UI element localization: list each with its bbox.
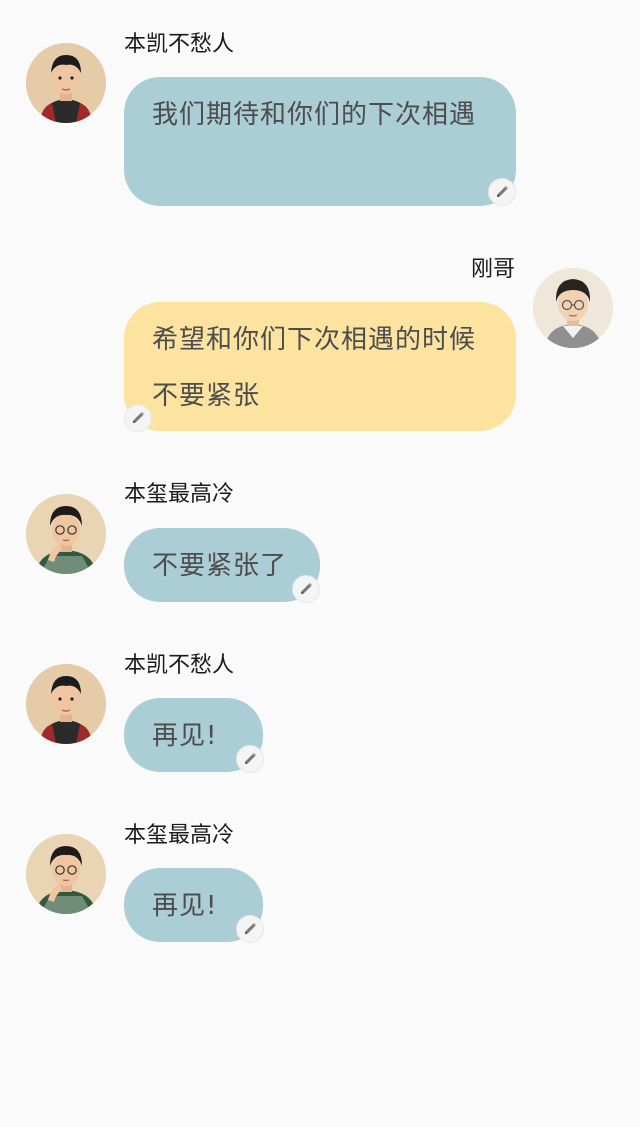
edit-button[interactable] — [124, 404, 152, 432]
avatar-xi-icon — [26, 494, 106, 574]
sender-name: 本玺最高冷 — [124, 482, 235, 507]
edit-button[interactable] — [292, 575, 320, 603]
pencil-icon — [494, 184, 510, 200]
avatar-gang-icon — [533, 268, 613, 348]
avatar[interactable] — [533, 268, 613, 348]
pencil-icon — [298, 581, 314, 597]
message-bubble[interactable]: 不要紧张了 — [124, 528, 320, 602]
sender-name: 本玺最高冷 — [124, 823, 235, 848]
pencil-icon — [242, 921, 258, 937]
avatar-kai-icon — [26, 664, 106, 744]
message-bubble[interactable]: 我们期待和你们的下次相遇 — [124, 77, 516, 206]
edit-button[interactable] — [488, 178, 516, 206]
message-bubble[interactable]: 希望和你们下次相遇的时候不要紧张 — [124, 302, 516, 431]
avatar[interactable] — [26, 494, 106, 574]
avatar[interactable] — [26, 43, 106, 123]
sender-name: 本凯不愁人 — [124, 32, 235, 57]
edit-button[interactable] — [236, 745, 264, 773]
sender-name: 本凯不愁人 — [124, 653, 235, 678]
edit-button[interactable] — [236, 915, 264, 943]
pencil-icon — [130, 410, 146, 426]
avatar-xi-icon — [26, 834, 106, 914]
pencil-icon — [242, 751, 258, 767]
avatar-kai-icon — [26, 43, 106, 123]
sender-name: 刚哥 — [470, 257, 515, 282]
avatar[interactable] — [26, 834, 106, 914]
avatar[interactable] — [26, 664, 106, 744]
